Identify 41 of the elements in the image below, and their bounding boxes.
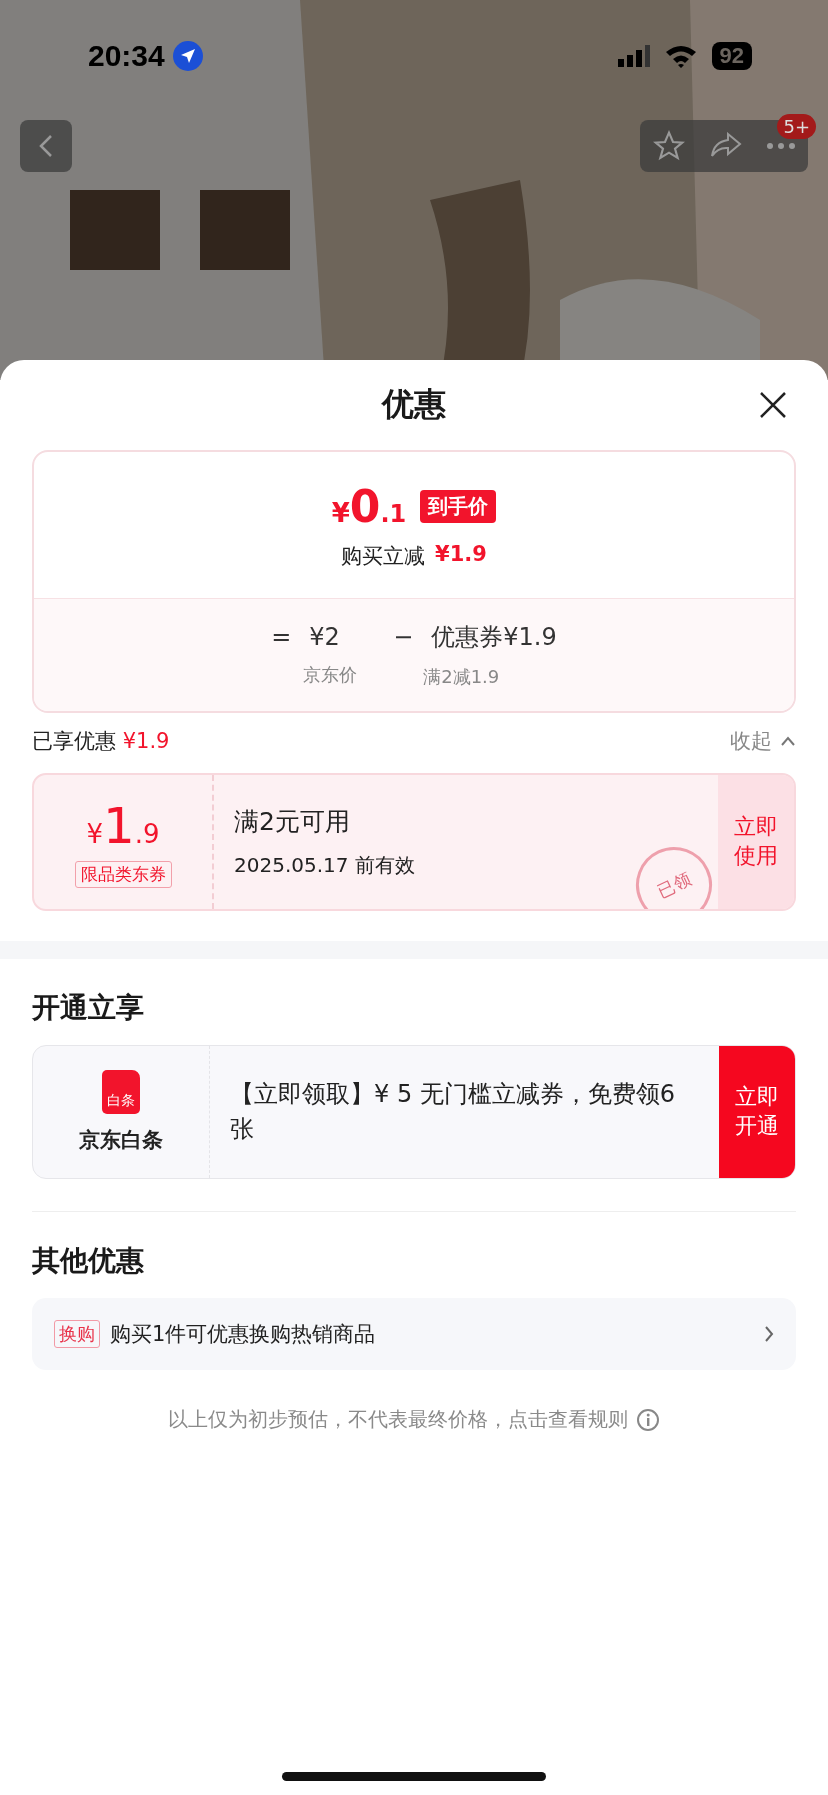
breakdown-value: 优惠券¥1.9 — [431, 622, 557, 653]
chevron-icon — [780, 736, 796, 746]
more-icon[interactable] — [767, 143, 796, 149]
section-title: 其他优惠 — [32, 1243, 145, 1279]
signal-icon — [617, 45, 650, 67]
collapse-toggle[interactable]: 收起 — [730, 727, 796, 755]
coupon-condition: 满2元可用 — [234, 806, 351, 838]
operator-sign: = — [271, 623, 292, 651]
offer-row[interactable]: 换购 购买1件可优惠换购热销商品 — [32, 1298, 796, 1370]
notification-badge: 5+ — [777, 114, 816, 139]
saving-label: 购买立减 — [341, 542, 426, 570]
back-button[interactable] — [20, 120, 72, 172]
operator-sign: − — [393, 623, 414, 651]
enjoyed-amount: ¥1.9 — [122, 729, 170, 753]
use-coupon-button[interactable]: 立即使用 — [718, 775, 794, 909]
disclaimer-text[interactable]: 以上仅为初步预估，不代表最终价格，点击查看规则 — [168, 1406, 628, 1433]
coupon-amount: ¥1.9 — [86, 796, 160, 855]
price-tag: 到手价 — [420, 489, 497, 523]
offer-tag: 换购 — [54, 1320, 100, 1348]
enjoyed-label: 已享优惠 — [32, 729, 116, 753]
activate-button[interactable]: 立即开通 — [719, 1046, 795, 1178]
baitiao-name: 京东白条 — [79, 1127, 163, 1154]
star-icon[interactable] — [652, 130, 685, 162]
baitiao-offer: 【立即领取】¥ 5 无门槛立减券，免费领6张 — [230, 1079, 677, 1145]
breakdown-value: ¥2 — [309, 623, 340, 651]
info-icon[interactable] — [636, 1407, 660, 1432]
sheet-title: 优惠 — [382, 384, 446, 425]
baitiao-icon: 白条 — [102, 1070, 140, 1114]
saving-amount: ¥1.9 — [435, 541, 487, 568]
final-price: ¥0.1 — [331, 480, 407, 532]
chevron-right-icon — [764, 1325, 774, 1343]
section-title: 开通立享 — [32, 990, 145, 1026]
battery-indicator: 92 — [711, 42, 752, 70]
breakdown-caption: 京东价 — [302, 663, 358, 687]
status-time: 20:34 — [88, 39, 165, 73]
coupon-type: 限品类东券 — [74, 860, 172, 888]
coupon-validity: 2025.05.17 前有效 — [234, 852, 415, 879]
offer-text: 购买1件可优惠换购热销商品 — [110, 1321, 377, 1348]
breakdown-caption: 满2减1.9 — [422, 665, 501, 689]
back-icon — [39, 134, 53, 158]
location-icon — [172, 41, 203, 71]
